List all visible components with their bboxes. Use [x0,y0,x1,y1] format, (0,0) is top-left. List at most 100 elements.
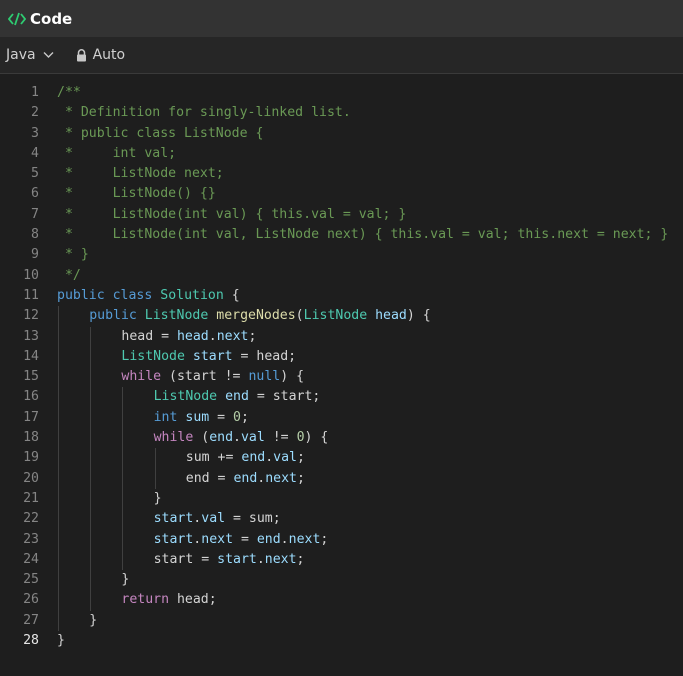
indent-guide [90,529,92,550]
line-number: 11 [23,287,39,303]
autosave-mode-label[interactable]: Auto [93,47,126,63]
line-number: 17 [23,409,39,425]
code-line[interactable]: 2 * Definition for singly-linked list. [0,103,683,123]
code-line[interactable]: 22 start.val = sum; [0,509,683,530]
code-token: val [201,511,226,527]
line-number: 28 [23,633,39,649]
line-number: 19 [23,450,39,466]
code-token: = sum; [225,511,281,527]
indent-guide [58,610,59,632]
code-token: start [192,348,233,364]
code-token: end [233,470,258,486]
code-line[interactable]: 10 */ [0,266,683,286]
indent-guide [90,468,92,489]
code-line[interactable]: 18 while (end.val != 0) { [0,428,683,449]
code-line[interactable]: 23 start.next = end.next; [0,529,683,550]
code-token: . [256,551,265,567]
line-number: 26 [23,592,39,608]
code-line[interactable]: 16 ListNode end = start; [0,387,683,408]
code-line-content: start.val = sum; [57,509,683,530]
code-line-content: * ListNode(int val, ListNode next) { thi… [57,225,683,245]
code-token: next [201,531,234,547]
code-line[interactable]: 27} [0,610,683,632]
language-selector[interactable]: Java [6,47,76,63]
code-token: ListNode [153,389,218,405]
indent-guide [58,387,59,408]
code-line[interactable]: 19 sum += end.val; [0,448,683,469]
indent-guide [122,488,124,510]
code-line[interactable]: 11 public class Solution { [0,286,683,306]
code-token: } [89,612,98,628]
code-line[interactable]: 1 /** [0,83,683,103]
code-line[interactable]: 20 end = end.next; [0,468,683,489]
code-line-content: sum += end.val; [57,448,683,469]
code-token: head; [169,592,217,608]
code-line[interactable]: 3 * public class ListNode { [0,124,683,144]
code-token: public [57,287,105,303]
code-line[interactable]: 13 head = head.next; [0,326,683,347]
code-line[interactable]: 4 * int val; [0,144,683,164]
indent-guide [58,509,59,530]
line-number: 8 [31,227,39,243]
line-number: 13 [23,328,39,344]
code-token: while [121,369,162,385]
code-line[interactable]: 8 * ListNode(int val, ListNode next) { t… [0,225,683,245]
code-token: = head; [232,348,297,364]
code-line-content: while (start != null) { [57,367,683,388]
code-token: end [225,389,249,405]
indent-guide [90,367,92,388]
code-token: start [153,531,194,547]
code-line-content: public ListNode mergeNodes(ListNode head… [57,306,683,327]
code-line[interactable]: 6 * ListNode() {} [0,184,683,204]
code-line[interactable]: 5 * ListNode next; [0,164,683,184]
chevron-down-icon [43,52,54,58]
line-number: 12 [23,308,39,324]
code-editor[interactable]: 1 /** 2 * Definition for singly-linked lis… [0,74,683,651]
code-line[interactable]: 7 * ListNode(int val) { this.val = val; … [0,205,683,225]
code-token: int [153,409,178,425]
line-number: 21 [23,490,39,506]
code-token: 0 [233,409,241,425]
code-token: } [153,490,162,506]
line-number: 15 [23,369,39,385]
code-line[interactable]: 12 public ListNode mergeNodes(ListNode he… [0,306,683,327]
code-line[interactable]: 25} [0,570,683,591]
code-line[interactable]: 15 while (start != null) { [0,367,683,388]
editor-toolbar: Java Auto [0,37,683,74]
code-line[interactable]: 17 int sum = 0; [0,407,683,429]
code-line[interactable]: 24 start = start.next; [0,549,683,571]
code-token: start [153,511,194,527]
code-token: ) { [280,369,305,385]
code-token: * ListNode(int val) { this.val = val; } [57,206,407,222]
code-token: end = [185,470,234,486]
code-brackets-icon [8,12,26,25]
code-line[interactable]: 9 * } [0,245,683,265]
indent-guide [90,407,92,429]
line-number: 23 [23,531,39,547]
code-line-content: end = end.next; [57,468,683,489]
code-line[interactable]: 21} [0,488,683,510]
indent-guide [58,346,59,368]
code-line-content: int sum = 0; [57,407,683,429]
code-token: ListNode [144,308,209,324]
code-token: ; [296,551,305,567]
code-token: ; [296,470,305,486]
indent-guide [122,468,124,489]
line-number: 6 [31,186,39,202]
code-token: * ListNode() {} [57,186,216,202]
code-token: . [280,531,289,547]
code-token: next [264,551,297,567]
code-line[interactable]: 28} [0,631,683,651]
code-line-content: * ListNode next; [57,164,683,184]
code-token: } [121,572,130,588]
code-line-content: } [57,488,683,510]
code-token: . [265,450,274,466]
indent-guide [58,529,59,550]
code-line[interactable]: 14 ListNode start = head; [0,346,683,368]
code-token: (start != [161,369,249,385]
code-line[interactable]: 26 return head; [0,590,683,611]
indent-guide [90,387,92,408]
